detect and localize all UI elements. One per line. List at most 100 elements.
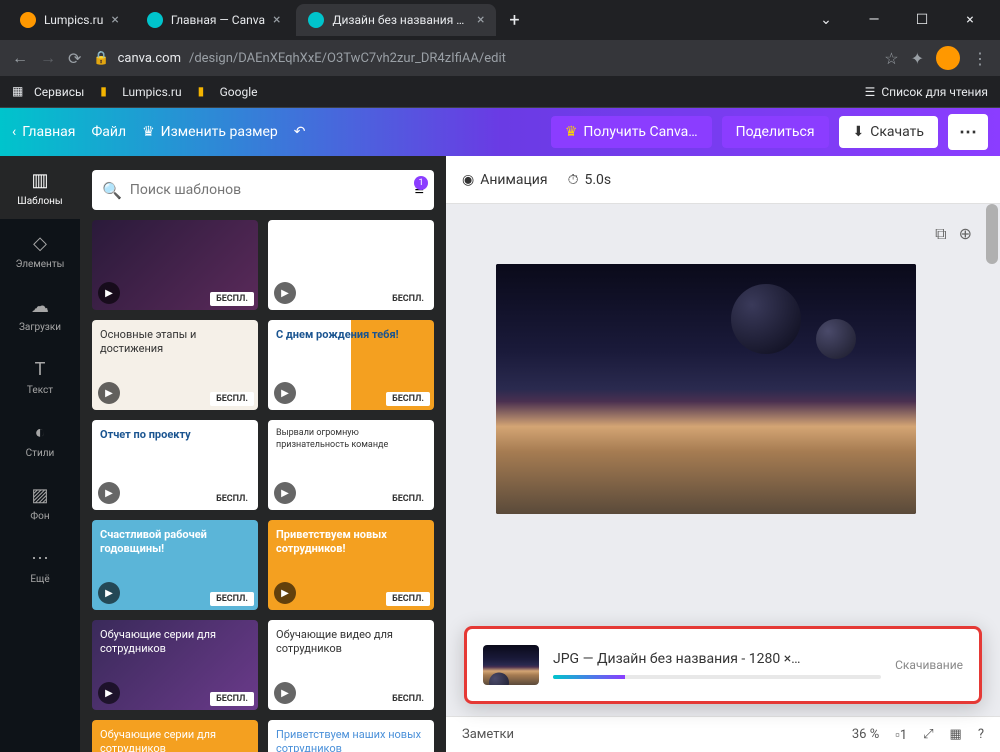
close-icon[interactable]: × (111, 12, 118, 28)
design-page[interactable] (496, 264, 916, 514)
url-path: /design/DAEnXEqhXxE/O3TwC7vh2zur_DR4zIfi… (189, 51, 506, 66)
reading-list-button[interactable]: ☰Список для чтения (865, 85, 988, 99)
extensions-icon[interactable]: ✦ (911, 49, 924, 68)
download-icon: ⬇ (853, 124, 865, 140)
palette-icon: ◐ (28, 420, 52, 444)
page-number: 1 (900, 728, 907, 743)
search-input[interactable] (130, 182, 407, 198)
browser-tab-active[interactable]: Дизайн без названия — 1280 × (296, 4, 496, 36)
template-card[interactable]: Отчет по проекту▶БЕСПЛ. (92, 420, 258, 510)
templates-icon: ▥ (28, 168, 52, 192)
browser-tab[interactable]: Lumpics.ru × (8, 4, 131, 36)
duplicate-page-icon[interactable]: ⧉ (935, 224, 946, 244)
forward-icon[interactable]: → (40, 48, 56, 68)
template-card[interactable]: Обучающие серии для сотрудников▶БЕСПЛ. (92, 620, 258, 710)
template-card[interactable]: Приветствуем наших новых сотрудников▶БЕС… (268, 720, 434, 752)
template-card[interactable]: Приветствуем новых сотрудников!▶БЕСПЛ. (268, 520, 434, 610)
templates-grid[interactable]: ▶БЕСПЛ. ▶БЕСПЛ. Основные этапы и достиже… (80, 220, 446, 752)
new-tab-button[interactable]: + (500, 6, 528, 34)
templates-panel: 🔍 ≡ 1 ▶БЕСПЛ. ▶БЕСПЛ. Основные этапы и д… (80, 156, 446, 752)
bookmarks-bar: ▦Сервисы ▮Lumpics.ru ▮Google ☰Список для… (0, 76, 1000, 108)
sidebar-item-more[interactable]: ⋯Ещё (0, 534, 80, 597)
download-thumbnail (483, 645, 539, 685)
free-badge: БЕСПЛ. (210, 692, 254, 706)
home-button[interactable]: ‹Главная (12, 124, 75, 140)
download-info: JPG — Дизайн без названия - 1280 ×… (553, 651, 881, 679)
free-badge: БЕСПЛ. (386, 492, 430, 506)
browser-tab[interactable]: Главная — Canva × (135, 4, 293, 36)
add-page-icon[interactable]: ⊕ (959, 224, 972, 244)
play-icon: ▶ (98, 482, 120, 504)
home-label: Главная (22, 124, 75, 140)
download-title: JPG — Дизайн без названия - 1280 ×… (553, 651, 881, 667)
template-card[interactable]: ▶БЕСПЛ. (268, 220, 434, 310)
sidebar-item-templates[interactable]: ▥Шаблоны (0, 156, 80, 219)
progress-bar (553, 675, 625, 679)
scrollbar-thumb[interactable] (986, 204, 998, 264)
free-badge: БЕСПЛ. (210, 592, 254, 606)
scrollbar[interactable] (984, 204, 1000, 716)
download-toast: JPG — Дизайн без названия - 1280 ×… Скач… (464, 626, 982, 704)
free-badge: БЕСПЛ. (386, 392, 430, 406)
duration-button[interactable]: ⏱ 5.0s (568, 172, 612, 188)
download-button[interactable]: ⬇ Скачать (839, 116, 939, 148)
bookmark-apps[interactable]: ▦Сервисы (12, 84, 84, 100)
close-window-icon[interactable]: × (956, 12, 984, 28)
bookmark-item[interactable]: ▮Google (198, 84, 258, 100)
template-card[interactable]: ▶БЕСПЛ. (92, 220, 258, 310)
download-label: Скачать (870, 124, 924, 140)
sidebar-label: Текст (27, 385, 53, 396)
search-icon: 🔍 (102, 181, 122, 200)
play-icon: ▶ (98, 282, 120, 304)
sidebar-item-background[interactable]: ▨Фон (0, 471, 80, 534)
bookmark-item[interactable]: ▮Lumpics.ru (100, 84, 181, 100)
star-icon[interactable]: ☆ (884, 49, 898, 68)
search-bar[interactable]: 🔍 ≡ 1 (92, 170, 434, 210)
get-pro-button[interactable]: ♛Получить Canva… (551, 116, 712, 148)
template-card[interactable]: Основные этапы и достижения▶БЕСПЛ. (92, 320, 258, 410)
maximize-icon[interactable]: ☐ (908, 12, 936, 28)
back-icon[interactable]: ← (12, 48, 28, 68)
reload-icon[interactable]: ⟳ (68, 49, 81, 68)
profile-avatar[interactable] (936, 46, 960, 70)
planet-graphic (816, 319, 856, 359)
sidebar-item-uploads[interactable]: ☁Загрузки (0, 282, 80, 345)
page-indicator[interactable]: ▫1 (895, 727, 907, 743)
menu-icon[interactable]: ⋮ (972, 49, 988, 68)
tab-favicon (20, 12, 36, 28)
chevron-down-icon[interactable]: ⌄ (812, 12, 840, 28)
file-menu[interactable]: Файл (91, 124, 126, 140)
share-button[interactable]: Поделиться (722, 116, 829, 148)
template-card[interactable]: С днем рождения тебя!▶БЕСПЛ. (268, 320, 434, 410)
undo-button[interactable]: ↶ (294, 124, 306, 140)
tab-favicon (147, 12, 163, 28)
zoom-value[interactable]: 36 % (852, 727, 879, 742)
animation-button[interactable]: ◉Анимация (462, 172, 548, 188)
close-icon[interactable]: × (477, 12, 484, 28)
free-badge: БЕСПЛ. (386, 692, 430, 706)
sidebar-item-styles[interactable]: ◐Стили (0, 408, 80, 471)
duration-value: 5.0s (585, 172, 612, 188)
bottom-bar: Заметки 36 % ▫1 ⤢ ▦ ? (446, 716, 1000, 752)
notes-button[interactable]: Заметки (462, 727, 514, 742)
fullscreen-icon[interactable]: ⤢ (923, 727, 933, 742)
sidebar-item-elements[interactable]: ◇Элементы (0, 219, 80, 282)
template-text: Приветствуем наших новых сотрудников (268, 720, 434, 752)
filter-button[interactable]: ≡ 1 (415, 180, 424, 200)
close-icon[interactable]: × (273, 12, 280, 28)
folder-icon: ▮ (100, 84, 116, 100)
grid-view-icon[interactable]: ▦ (950, 727, 962, 742)
sidebar-item-text[interactable]: TТекст (0, 345, 80, 408)
template-card[interactable]: Обучающие видео для сотрудников▶БЕСПЛ. (268, 620, 434, 710)
minimize-icon[interactable]: — (860, 12, 888, 28)
more-button[interactable]: ⋯ (948, 114, 988, 150)
play-icon: ▶ (274, 582, 296, 604)
help-icon[interactable]: ? (978, 727, 984, 742)
filter-badge: 1 (414, 176, 428, 190)
template-card[interactable]: Счастливой рабочей годовщины!▶БЕСПЛ. (92, 520, 258, 610)
template-card[interactable]: Обучающие серии для сотрудников▶БЕСПЛ. (92, 720, 258, 752)
template-card[interactable]: Вырвали огромную признательность команде… (268, 420, 434, 510)
url-field[interactable]: 🔒 canva.com/design/DAEnXEqhXxE/O3TwC7vh2… (93, 51, 872, 66)
clock-icon: ⏱ (568, 172, 579, 188)
resize-button[interactable]: ♛Изменить размер (142, 124, 278, 140)
